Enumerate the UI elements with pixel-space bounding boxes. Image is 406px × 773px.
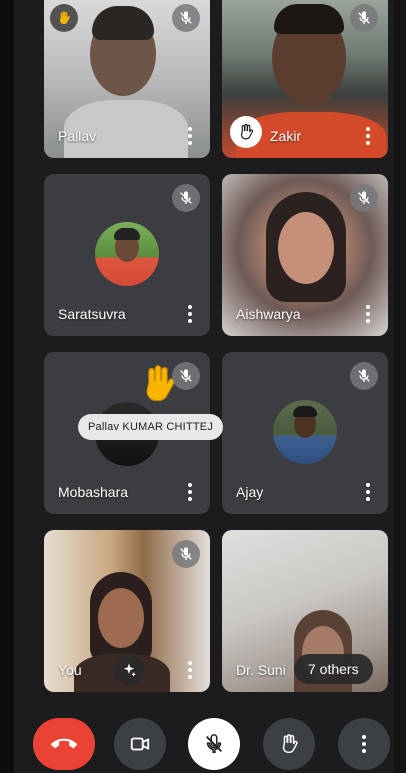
avatar-hair <box>114 228 140 240</box>
mic-off-icon <box>350 184 378 212</box>
raise-hand-icon <box>230 116 262 148</box>
participant-name: Pallav <box>58 128 97 144</box>
mic-off-icon <box>172 362 200 390</box>
participant-tile-aishwarya[interactable]: Aishwarya <box>222 174 388 336</box>
participant-name: You <box>58 662 82 678</box>
mic-off-icon <box>172 4 200 32</box>
more-vert-icon[interactable] <box>180 302 200 326</box>
call-end-icon <box>51 738 77 749</box>
participant-hair <box>92 6 154 40</box>
avatar <box>273 400 337 464</box>
participant-face <box>98 588 144 648</box>
participant-tile-zakir[interactable]: Zakir <box>222 0 388 158</box>
participant-tile-saratsuvra[interactable]: Saratsuvra <box>44 174 210 336</box>
participant-hair <box>274 4 344 34</box>
more-vert-icon[interactable] <box>358 480 378 504</box>
mic-off-icon <box>206 734 222 753</box>
mic-button[interactable] <box>188 718 240 770</box>
participant-face <box>278 212 334 284</box>
camera-button[interactable] <box>114 718 166 770</box>
participant-grid: Pallav Zakir Saratsuvra Aishwarya Mobash… <box>0 0 406 700</box>
wave-emoji <box>50 4 78 32</box>
more-vert-icon[interactable] <box>358 124 378 148</box>
mic-off-icon <box>172 184 200 212</box>
call-controls <box>0 708 406 773</box>
raise-hand-icon <box>282 734 298 753</box>
end-call-button[interactable] <box>33 718 95 770</box>
participant-name: Mobashara <box>58 484 129 500</box>
more-vert-icon[interactable] <box>180 658 200 682</box>
participant-name: Saratsuvra <box>58 306 126 322</box>
more-vert-icon[interactable] <box>358 302 378 326</box>
participant-tile-ajay[interactable]: Ajay <box>222 352 388 514</box>
reaction-tooltip: Pallav KUMAR CHITTEJ <box>78 414 224 440</box>
others-chip[interactable]: 7 others <box>294 654 373 684</box>
raise-hand-button[interactable] <box>263 718 315 770</box>
mic-off-icon <box>350 362 378 390</box>
participant-name: Dr. Suni <box>236 662 286 678</box>
more-vert-icon[interactable] <box>180 124 200 148</box>
participant-name: Ajay <box>236 484 264 500</box>
video-camera-icon <box>130 737 150 751</box>
more-vert-icon[interactable] <box>180 480 200 504</box>
mic-off-icon <box>172 540 200 568</box>
participant-tile-pallav[interactable]: Pallav <box>44 0 210 158</box>
avatar <box>95 222 159 286</box>
avatar-hair <box>293 406 317 417</box>
mic-off-icon <box>350 4 378 32</box>
more-vert-icon <box>362 735 366 753</box>
more-options-button[interactable] <box>338 718 390 770</box>
participant-name: Aishwarya <box>236 306 301 322</box>
participant-name: Zakir <box>270 128 302 144</box>
sparkle-icon[interactable] <box>114 655 144 685</box>
